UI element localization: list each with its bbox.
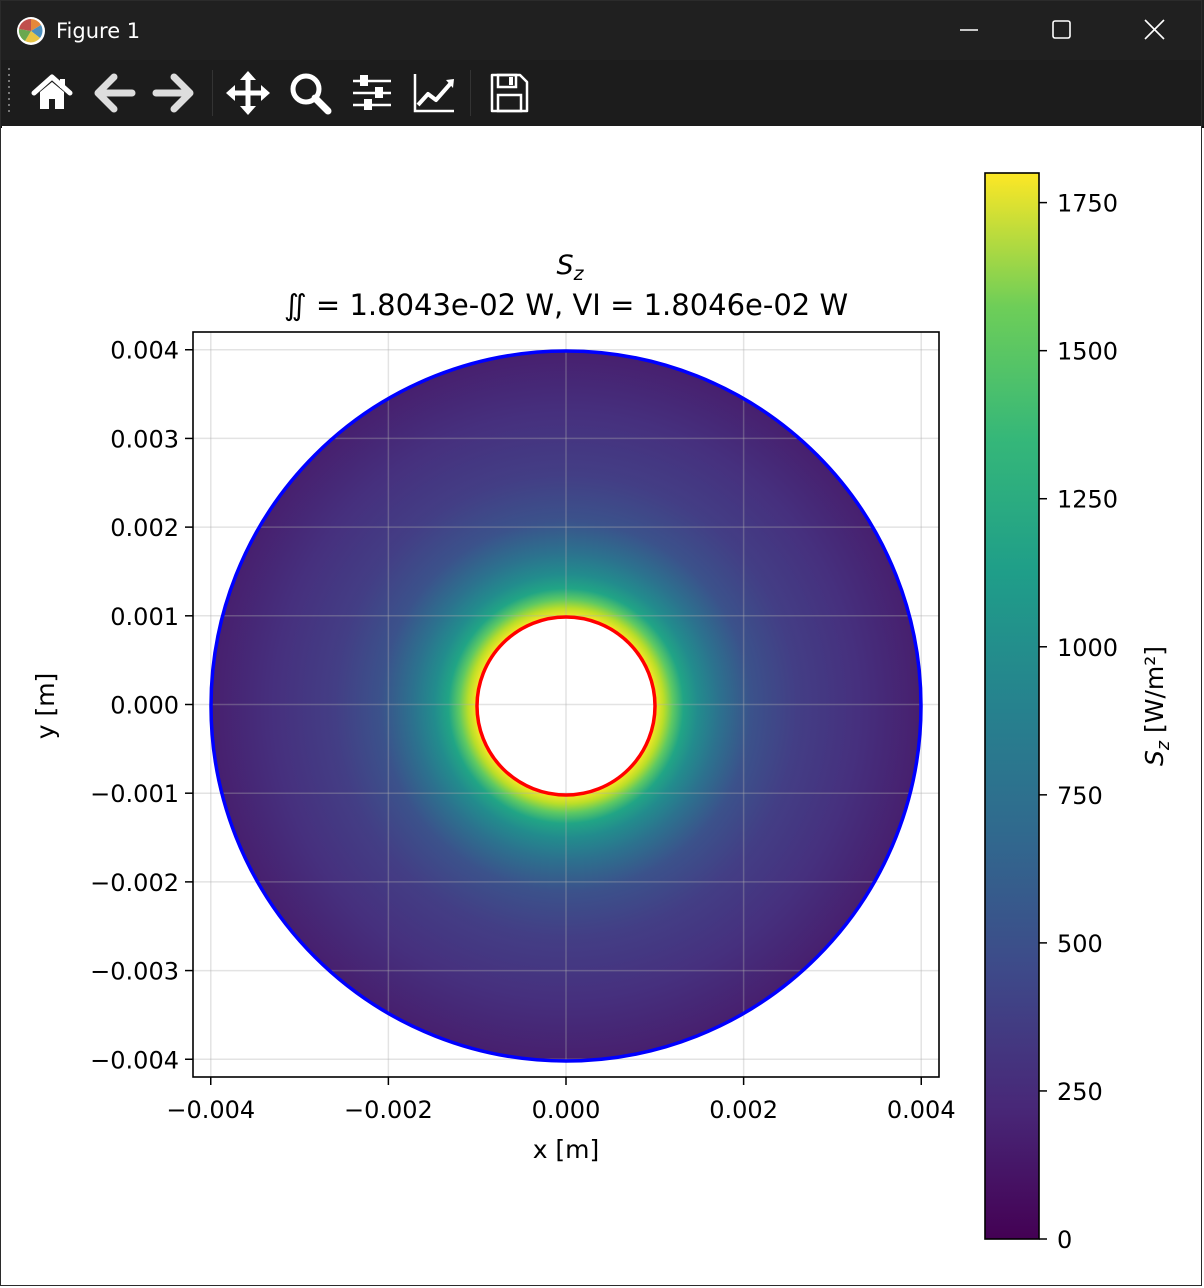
home-icon xyxy=(31,74,73,109)
y-tick-label: 0.003 xyxy=(110,425,179,453)
magnifier-icon xyxy=(290,73,332,115)
line-chart-icon xyxy=(413,74,454,113)
save-button[interactable] xyxy=(484,68,534,118)
colorbar-tick-label: 500 xyxy=(1057,930,1103,958)
y-axis-label: y [m] xyxy=(31,673,60,740)
y-tick-label: −0.002 xyxy=(90,869,179,897)
matplotlib-icon xyxy=(17,17,45,45)
toolbar-separator xyxy=(212,70,213,116)
x-tick-label: 0.000 xyxy=(532,1096,601,1124)
colorbar-tick-label: 1250 xyxy=(1057,486,1118,514)
floppy-disk-icon xyxy=(490,73,529,113)
maximize-button[interactable] xyxy=(1017,0,1107,60)
x-tick-label: 0.002 xyxy=(709,1096,778,1124)
colorbar-label: Sz [W/m²] xyxy=(1140,646,1174,766)
y-ticks: 0.004 0.003 0.002 0.001 0.000 −0.001 −0.002 −0.… xyxy=(90,337,193,1074)
window-title: Figure 1 xyxy=(56,19,141,43)
plot-title: ∬ = 1.8043e-02 W, VI = 1.8046e-02 W xyxy=(284,288,848,322)
colorbar-tick-label: 1500 xyxy=(1057,338,1118,366)
x-axis-label: x [m] xyxy=(533,1135,600,1164)
x-tick-label: 0.004 xyxy=(887,1096,956,1124)
y-tick-label: −0.001 xyxy=(90,780,179,808)
toolbar-grip-icon[interactable] xyxy=(7,66,11,120)
plot-title-symbol: Sz xyxy=(556,250,584,285)
colorbar-ticks: 0 250 500 750 1000 1250 1500 1750 xyxy=(1039,190,1118,1254)
colorbar-tick-label: 250 xyxy=(1057,1078,1103,1106)
colorbar-tick-label: 0 xyxy=(1057,1226,1072,1254)
navigation-toolbar xyxy=(0,60,1204,128)
x-tick-label: −0.004 xyxy=(166,1096,255,1124)
pan-button[interactable] xyxy=(223,68,273,118)
grid-lines xyxy=(193,332,939,1077)
sliders-icon xyxy=(353,75,391,110)
close-icon xyxy=(1144,19,1165,40)
maximize-icon xyxy=(1052,20,1071,39)
y-tick-label: 0.002 xyxy=(110,514,179,542)
toolbar-separator xyxy=(470,70,471,116)
y-tick-label: 0.001 xyxy=(110,603,179,631)
title-bar[interactable]: Figure 1 xyxy=(0,0,1204,60)
colorbar-tick-label: 1750 xyxy=(1057,190,1118,218)
zoom-button[interactable] xyxy=(285,68,335,118)
move-icon xyxy=(226,71,270,115)
x-tick-label: −0.002 xyxy=(344,1096,433,1124)
edit-axes-button[interactable] xyxy=(409,68,459,118)
y-tick-label: −0.004 xyxy=(90,1046,179,1074)
minimize-icon xyxy=(960,29,978,31)
back-button[interactable] xyxy=(89,68,139,118)
forward-button[interactable] xyxy=(149,68,199,118)
arrow-right-icon xyxy=(152,73,194,113)
close-button[interactable] xyxy=(1110,0,1200,60)
colorbar-tick-label: 1000 xyxy=(1057,634,1118,662)
figure-canvas[interactable]: Sz ∬ = 1.8043e-02 W, VI = 1.8046e-02 W −… xyxy=(2,126,1202,1286)
arrow-left-icon xyxy=(94,73,136,113)
plot-area[interactable]: Sz ∬ = 1.8043e-02 W, VI = 1.8046e-02 W −… xyxy=(2,126,1202,1286)
x-ticks: −0.004 −0.002 0.000 0.002 0.004 xyxy=(166,1077,956,1124)
minimize-button[interactable] xyxy=(925,0,1015,60)
y-tick-label: 0.000 xyxy=(110,692,179,720)
y-tick-label: 0.004 xyxy=(110,337,179,365)
colorbar-tick-label: 750 xyxy=(1057,782,1103,810)
y-tick-label: −0.003 xyxy=(90,958,179,986)
colorbar xyxy=(984,172,1040,1240)
home-button[interactable] xyxy=(27,68,77,118)
subplots-button[interactable] xyxy=(347,68,397,118)
